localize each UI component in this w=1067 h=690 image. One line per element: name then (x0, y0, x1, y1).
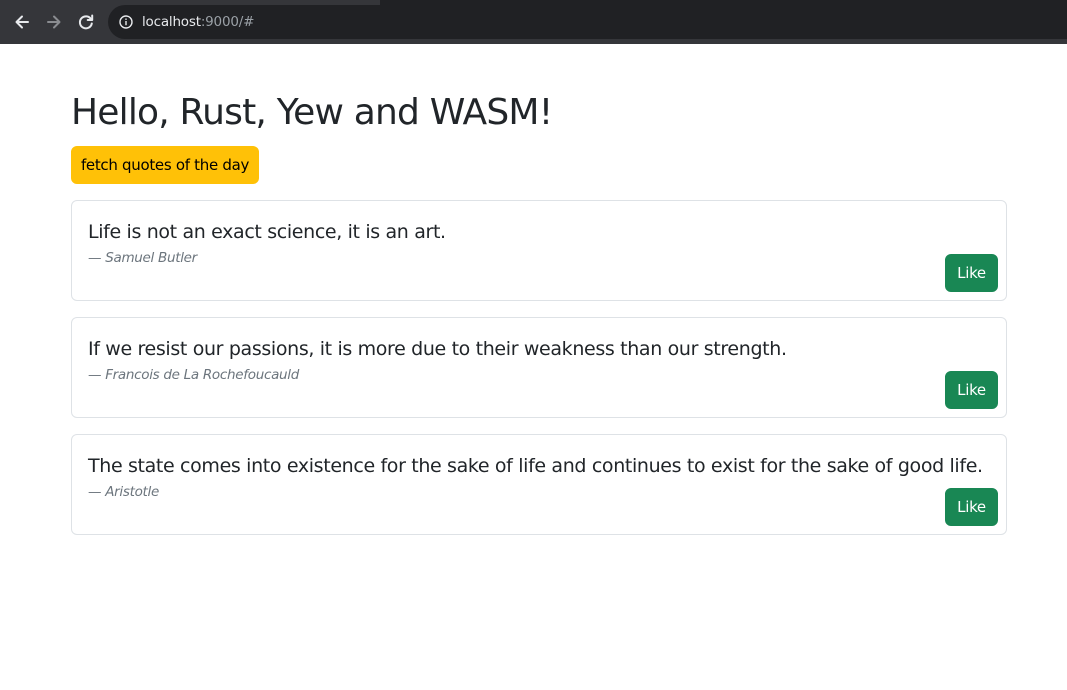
em-dash: — (88, 250, 102, 266)
like-button[interactable]: Like (945, 371, 998, 409)
reload-button[interactable] (73, 9, 99, 35)
url-port-path: :9000/# (200, 14, 255, 30)
quote-footer: — Samuel Butler (88, 249, 197, 267)
quote-text: If we resist our passions, it is more du… (88, 338, 787, 360)
address-bar[interactable]: localhost:9000/# (108, 5, 1067, 39)
quote-card: The state comes into existence for the s… (71, 434, 1007, 535)
quote-author: Aristotle (105, 484, 159, 500)
em-dash: — (88, 367, 102, 383)
arrow-left-icon (15, 15, 29, 29)
quote-author: Francois de La Rochefoucauld (105, 367, 300, 383)
em-dash: — (88, 484, 102, 500)
url-text[interactable]: localhost:9000/# (142, 14, 254, 30)
page-title: Hello, Rust, Yew and WASM! (71, 92, 553, 133)
reload-icon (78, 14, 94, 30)
back-button[interactable] (9, 9, 35, 35)
quote-card: If we resist our passions, it is more du… (71, 317, 1007, 418)
quote-text: Life is not an exact science, it is an a… (88, 221, 446, 243)
quote-text: The state comes into existence for the s… (88, 455, 983, 477)
quote-author: Samuel Butler (105, 250, 197, 266)
arrow-right-icon (47, 15, 61, 29)
like-button[interactable]: Like (945, 254, 998, 292)
browser-toolbar: localhost:9000/# (0, 0, 1067, 44)
quote-card: Life is not an exact science, it is an a… (71, 200, 1007, 301)
quote-footer: — Aristotle (88, 483, 159, 501)
like-button[interactable]: Like (945, 488, 998, 526)
info-icon[interactable] (119, 15, 133, 29)
forward-button[interactable] (41, 9, 67, 35)
fetch-quotes-button[interactable]: fetch quotes of the day (71, 146, 259, 184)
quote-footer: — Francois de La Rochefoucauld (88, 366, 299, 384)
url-host: localhost (142, 14, 201, 30)
